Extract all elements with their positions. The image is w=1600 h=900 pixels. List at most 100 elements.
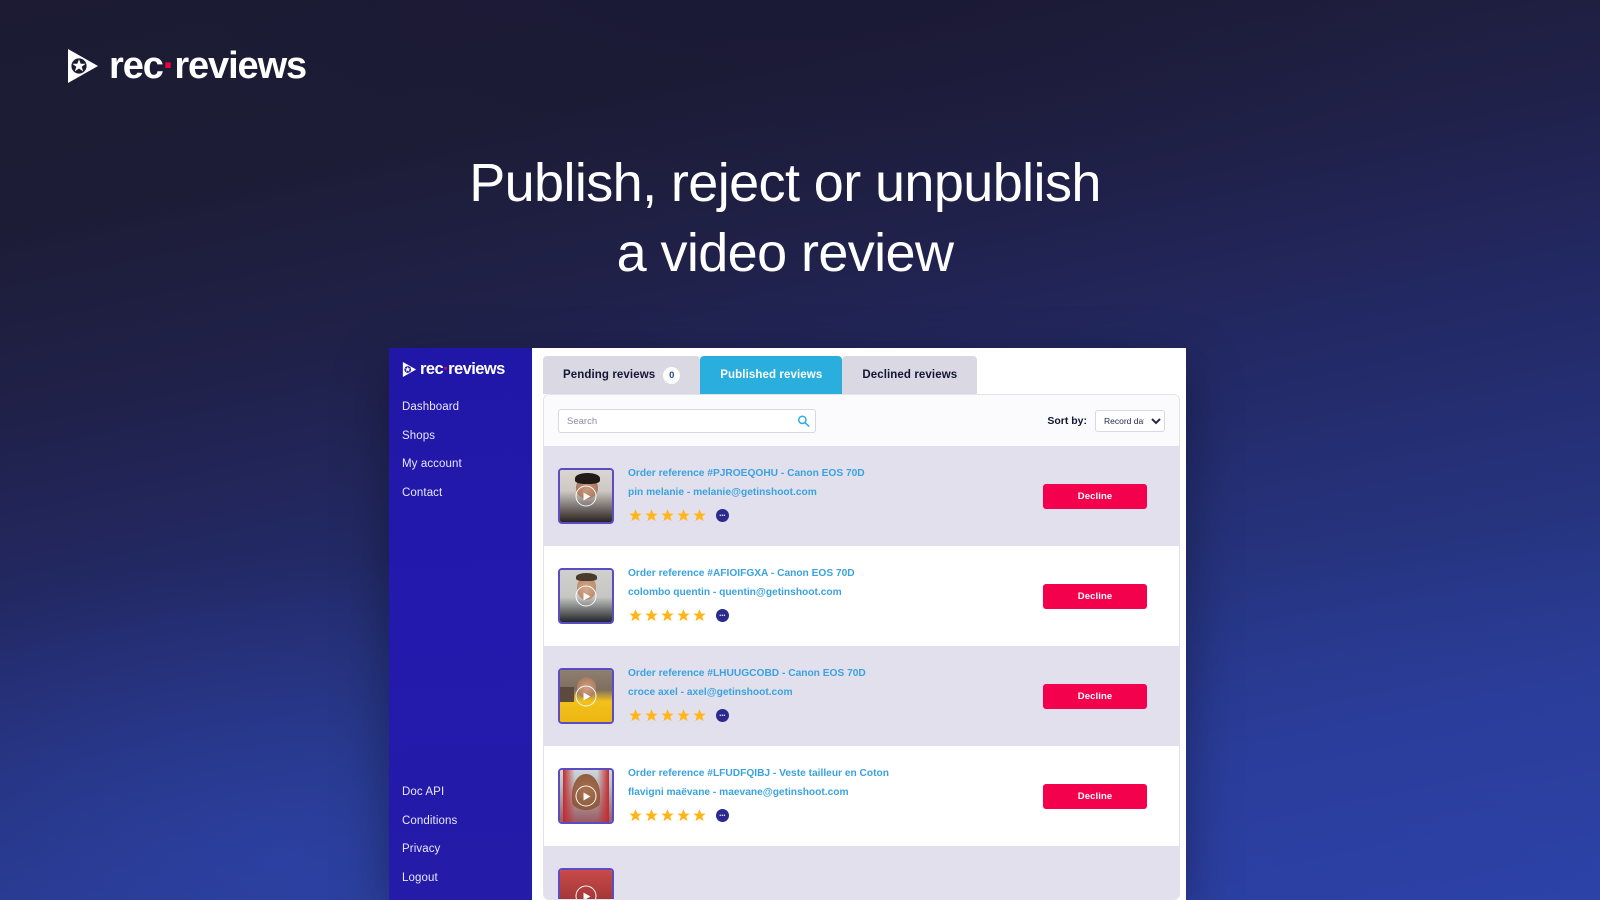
star-icon <box>677 609 690 622</box>
search-field-wrapper <box>558 409 816 433</box>
order-reference: Order reference #PJROEQOHU - Canon EOS 7… <box>628 467 865 479</box>
reviews-list: Order reference #PJROEQOHU - Canon EOS 7… <box>544 446 1179 899</box>
tab-declined-reviews[interactable]: Declined reviews <box>842 356 978 394</box>
review-meta: ••• <box>628 708 1043 723</box>
play-icon[interactable] <box>575 885 597 899</box>
video-thumbnail[interactable] <box>558 568 614 624</box>
table-row[interactable]: Order reference #AFIOIFGXA - Canon EOS 7… <box>544 546 1179 646</box>
app-sidebar: rec·reviews Dashboard Shops My account C… <box>389 348 532 900</box>
sidebar-item-privacy[interactable]: Privacy <box>402 843 532 856</box>
brand-name-part2: reviews <box>174 45 307 87</box>
star-icon <box>693 509 706 522</box>
star-icon <box>629 809 642 822</box>
headline-line-1: Publish, reject or unpublish <box>469 153 1101 213</box>
video-thumbnail[interactable] <box>558 868 614 899</box>
sidebar-item-logout[interactable]: Logout <box>402 872 532 885</box>
video-thumbnail[interactable] <box>558 668 614 724</box>
star-icon <box>629 709 642 722</box>
star-icon <box>677 709 690 722</box>
search-input[interactable] <box>558 409 816 433</box>
tab-published-reviews[interactable]: Published reviews <box>700 356 843 394</box>
play-icon[interactable] <box>575 485 597 507</box>
star-icon <box>693 809 706 822</box>
review-meta: ••• <box>628 808 1043 823</box>
play-icon[interactable] <box>575 585 597 607</box>
decline-button[interactable]: Decline <box>1043 683 1147 709</box>
tab-pending-reviews-label: Pending reviews <box>563 369 656 381</box>
review-info: Order reference #AFIOIFGXA - Canon EOS 7… <box>614 568 1043 623</box>
star-icon <box>693 609 706 622</box>
review-meta: ••• <box>628 508 1043 523</box>
more-options-badge[interactable]: ••• <box>716 509 729 523</box>
sidebar-nav: Dashboard Shops My account Contact <box>389 401 532 500</box>
tab-bar: Pending reviews 0 Published reviews Decl… <box>532 348 1186 394</box>
star-icon <box>661 609 674 622</box>
table-row[interactable]: Order reference #PJROEQOHU - Canon EOS 7… <box>544 446 1179 546</box>
star-icon <box>661 809 674 822</box>
play-triangle-logo-icon <box>66 47 100 85</box>
brand-logo: rec·reviews <box>66 45 307 87</box>
order-reference: Order reference #LFUDFQIBJ - Veste taill… <box>628 767 889 779</box>
sidebar-item-shops[interactable]: Shops <box>402 430 532 443</box>
brand-name-part1: rec <box>109 45 164 87</box>
tab-published-reviews-label: Published reviews <box>720 369 823 381</box>
video-thumbnail[interactable] <box>558 768 614 824</box>
reviews-toolbar: Sort by: Record date <box>544 395 1179 446</box>
more-options-badge[interactable]: ••• <box>716 809 729 823</box>
sidebar-logo-part1: rec <box>420 360 444 379</box>
review-info: Order reference #LHUUGCOBD - Canon EOS 7… <box>614 667 1043 723</box>
star-icon <box>661 509 674 522</box>
table-row[interactable]: Order reference #LHUUGCOBD - Canon EOS 7… <box>544 646 1179 746</box>
sidebar-item-my-account[interactable]: My account <box>402 458 532 471</box>
video-thumbnail[interactable] <box>558 468 614 524</box>
decline-button[interactable]: Decline <box>1043 483 1147 509</box>
play-icon[interactable] <box>575 685 597 707</box>
star-icon <box>677 809 690 822</box>
star-icon <box>645 609 658 622</box>
review-meta: ••• <box>628 608 1043 623</box>
tab-pending-reviews-badge: 0 <box>663 366 681 384</box>
decline-button[interactable]: Decline <box>1043 583 1147 609</box>
star-icon <box>645 509 658 522</box>
search-icon[interactable] <box>797 415 810 428</box>
brand-accent-dot: · <box>162 45 176 87</box>
star-icon <box>661 709 674 722</box>
brand-wordmark: rec·reviews <box>109 45 307 87</box>
sidebar-logo[interactable]: rec·reviews <box>389 361 532 378</box>
sidebar-item-dashboard[interactable]: Dashboard <box>402 401 532 414</box>
review-info: Order reference #PJROEQOHU - Canon EOS 7… <box>614 467 1043 523</box>
tab-pending-reviews[interactable]: Pending reviews 0 <box>543 356 701 394</box>
star-icon <box>693 709 706 722</box>
review-info: Order reference #LFUDFQIBJ - Veste taill… <box>614 767 1043 823</box>
tab-declined-reviews-label: Declined reviews <box>862 369 958 381</box>
sort-by-label: Sort by: <box>1047 415 1087 427</box>
star-rating <box>628 508 707 523</box>
order-reference: Order reference #LHUUGCOBD - Canon EOS 7… <box>628 667 866 679</box>
app-main: Pending reviews 0 Published reviews Decl… <box>532 348 1186 900</box>
more-options-badge[interactable]: ••• <box>716 709 729 723</box>
star-icon <box>645 709 658 722</box>
more-options-badge[interactable]: ••• <box>716 609 729 623</box>
sidebar-item-doc-api[interactable]: Doc API <box>402 786 532 799</box>
decline-button[interactable]: Decline <box>1043 783 1147 809</box>
reviewer-contact: pin melanie - melanie@getinshoot.com <box>628 487 817 498</box>
table-row[interactable] <box>544 846 1179 899</box>
sidebar-logo-part2: reviews <box>448 360 505 379</box>
star-icon <box>677 509 690 522</box>
page-title: Publish, reject or unpublish a video rev… <box>0 148 1570 288</box>
reviewer-contact: flavigni maëvane - maevane@getinshoot.co… <box>628 787 849 798</box>
sidebar-item-conditions[interactable]: Conditions <box>402 815 532 828</box>
sort-by-select[interactable]: Record date <box>1095 410 1165 432</box>
table-row[interactable]: Order reference #LFUDFQIBJ - Veste taill… <box>544 746 1179 846</box>
sidebar-item-contact[interactable]: Contact <box>402 487 532 500</box>
reviews-panel: Sort by: Record date Order reference #PJ… <box>543 394 1180 900</box>
play-icon[interactable] <box>575 785 597 807</box>
reviewer-contact: colombo quentin - quentin@getinshoot.com <box>628 587 842 598</box>
sidebar-footer-nav: Doc API Conditions Privacy Logout <box>389 786 532 892</box>
star-icon <box>629 509 642 522</box>
sort-control: Sort by: Record date <box>1047 410 1165 432</box>
headline-line-2: a video review <box>616 223 954 284</box>
star-rating <box>628 608 707 623</box>
sidebar-wordmark: rec·reviews <box>420 361 505 378</box>
star-rating <box>628 808 707 823</box>
